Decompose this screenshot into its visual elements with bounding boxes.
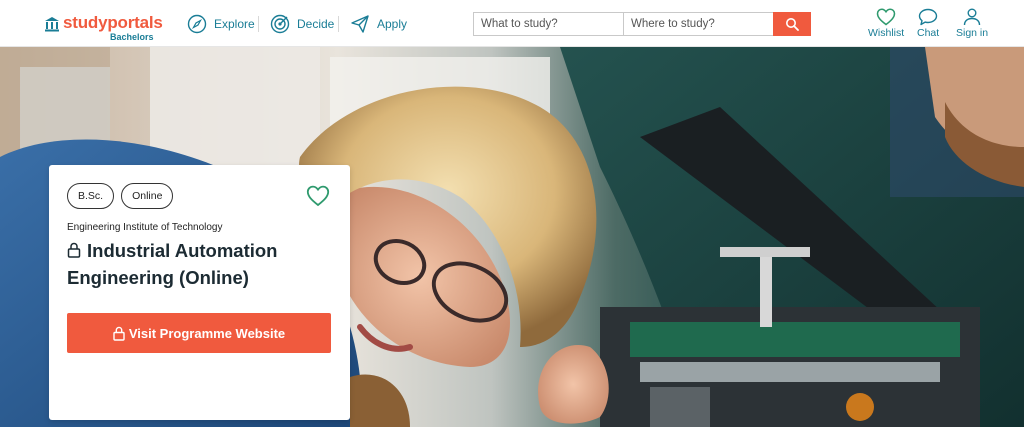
programme-title: Industrial Automation Engineering (Onlin… bbox=[67, 237, 337, 291]
search-bar bbox=[473, 12, 811, 36]
visit-programme-website-label: Visit Programme Website bbox=[128, 325, 286, 341]
nav-apply[interactable]: Apply bbox=[350, 13, 407, 35]
search-icon bbox=[786, 18, 799, 31]
chat-label: Chat bbox=[917, 27, 940, 39]
top-navigation-bar: studyportals Bachelors Explore Decide Ap… bbox=[0, 0, 1024, 47]
wishlist-link[interactable]: Wishlist bbox=[868, 8, 904, 39]
nav-decide[interactable]: Decide bbox=[270, 13, 334, 35]
lock-icon bbox=[113, 326, 125, 341]
what-to-study-input[interactable] bbox=[474, 13, 623, 35]
university-building-icon bbox=[45, 17, 59, 32]
search-button[interactable] bbox=[773, 12, 811, 36]
user-icon bbox=[963, 8, 981, 26]
nav-divider bbox=[258, 16, 259, 32]
logo-wordmark: studyportals bbox=[63, 13, 163, 32]
visit-programme-website-button[interactable]: Visit Programme Website bbox=[67, 313, 331, 353]
target-icon bbox=[270, 14, 290, 34]
chat-bubble-icon bbox=[918, 8, 938, 26]
degree-badge: B.Sc. bbox=[67, 183, 115, 209]
sign-in-link[interactable]: Sign in bbox=[956, 8, 988, 39]
study-mode-badge: Online bbox=[121, 183, 174, 209]
nav-divider bbox=[338, 16, 339, 32]
paper-plane-icon bbox=[351, 15, 369, 33]
wishlist-label: Wishlist bbox=[868, 27, 905, 39]
programme-card: B.Sc. Online Engineering Institute of Te… bbox=[49, 165, 350, 420]
nav-explore[interactable]: Explore bbox=[187, 13, 255, 35]
programme-badges: B.Sc. Online bbox=[67, 183, 174, 209]
where-to-study-input[interactable] bbox=[624, 13, 773, 35]
sign-in-label: Sign in bbox=[956, 27, 989, 39]
nav-decide-label: Decide bbox=[297, 17, 335, 31]
chat-link[interactable]: Chat bbox=[917, 8, 939, 39]
add-to-wishlist-heart-icon[interactable] bbox=[306, 185, 330, 207]
compass-icon bbox=[187, 14, 207, 34]
programme-title-text: Industrial Automation Engineering (Onlin… bbox=[67, 240, 278, 288]
lock-icon bbox=[67, 242, 81, 258]
nav-explore-label: Explore bbox=[214, 17, 255, 31]
heart-icon bbox=[876, 8, 896, 26]
logo-subtitle: Bachelors bbox=[110, 32, 154, 42]
nav-apply-label: Apply bbox=[377, 17, 408, 31]
university-name[interactable]: Engineering Institute of Technology bbox=[67, 222, 222, 233]
